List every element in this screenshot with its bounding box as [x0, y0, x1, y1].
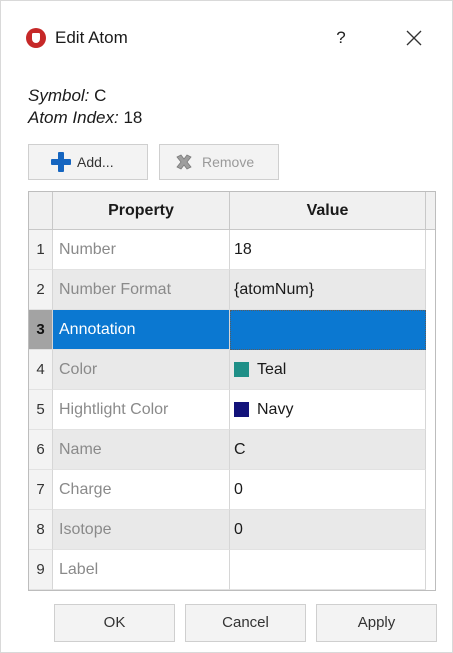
ok-button[interactable]: OK [54, 604, 175, 642]
value-cell[interactable]: C [230, 430, 426, 470]
row-header[interactable]: 1 [29, 230, 53, 270]
table-row[interactable]: 6 Name C [29, 430, 435, 470]
value-cell[interactable] [230, 310, 426, 350]
value-text: 0 [234, 480, 243, 498]
value-cell[interactable]: 18 [230, 230, 426, 270]
row-header[interactable]: 4 [29, 350, 53, 390]
app-icon [26, 28, 46, 48]
add-button-label: Add... [77, 154, 114, 170]
atom-index-label: Atom Index: [28, 108, 119, 127]
dialog-title: Edit Atom [55, 28, 128, 47]
apply-button[interactable]: Apply [316, 604, 437, 642]
color-swatch [234, 362, 249, 377]
property-cell: Color [53, 350, 230, 390]
value-cell[interactable]: Teal [230, 350, 426, 390]
table-row-selected[interactable]: 3 Annotation [29, 310, 435, 350]
header-corner[interactable] [29, 192, 53, 230]
cancel-button[interactable]: Cancel [185, 604, 306, 642]
atom-index-value: 18 [123, 108, 143, 127]
value-text: 18 [234, 240, 252, 258]
symbol-line: Symbol: C [28, 85, 142, 107]
value-text: 0 [234, 520, 243, 538]
property-cell: Annotation [53, 310, 230, 350]
atom-index-line: Atom Index: 18 [28, 107, 142, 129]
value-text: Teal [257, 360, 287, 378]
column-header-property[interactable]: Property [53, 192, 230, 230]
value-cell[interactable]: 0 [230, 510, 426, 550]
plus-icon [51, 152, 71, 172]
value-cell[interactable]: 0 [230, 470, 426, 510]
table-row[interactable]: 8 Isotope 0 [29, 510, 435, 550]
symbol-value: C [94, 86, 107, 105]
table-row[interactable]: 7 Charge 0 [29, 470, 435, 510]
table-row[interactable]: 2 Number Format {atomNum} [29, 270, 435, 310]
property-cell: Charge [53, 470, 230, 510]
row-header[interactable]: 5 [29, 390, 53, 430]
table-header: Property Value [29, 192, 435, 230]
row-header[interactable]: 7 [29, 470, 53, 510]
value-text: Navy [257, 400, 294, 418]
close-icon [406, 30, 422, 46]
value-cell[interactable] [230, 550, 426, 590]
row-header[interactable]: 8 [29, 510, 53, 550]
property-cell: Hightlight Color [53, 390, 230, 430]
table-row[interactable]: 1 Number 18 [29, 230, 435, 270]
row-header[interactable]: 9 [29, 550, 53, 590]
table-row[interactable]: 4 Color Teal [29, 350, 435, 390]
value-cell[interactable]: Navy [230, 390, 426, 430]
remove-x-icon [176, 154, 192, 170]
title-bar: Edit Atom ? [1, 1, 452, 73]
value-text: {atomNum} [234, 280, 315, 298]
help-button[interactable]: ? [329, 25, 353, 51]
close-button[interactable] [399, 23, 429, 53]
edit-atom-dialog: Edit Atom ? Symbol: C Atom Index: 18 Add… [0, 0, 453, 653]
symbol-label: Symbol: [28, 86, 90, 105]
value-text: C [234, 440, 246, 458]
value-cell[interactable]: {atomNum} [230, 270, 426, 310]
row-header[interactable]: 3 [29, 310, 53, 350]
color-swatch [234, 402, 249, 417]
property-cell: Number [53, 230, 230, 270]
remove-button-label: Remove [202, 154, 255, 170]
table-row[interactable]: 5 Hightlight Color Navy [29, 390, 435, 430]
row-header[interactable]: 6 [29, 430, 53, 470]
atom-info: Symbol: C Atom Index: 18 [28, 85, 142, 129]
property-table: Property Value 1 Number 18 2 Number Form… [28, 191, 436, 591]
property-cell: Isotope [53, 510, 230, 550]
property-cell: Number Format [53, 270, 230, 310]
row-header[interactable]: 2 [29, 270, 53, 310]
remove-button[interactable]: Remove [159, 144, 279, 180]
add-button[interactable]: Add... [28, 144, 148, 180]
table-row[interactable]: 9 Label [29, 550, 435, 590]
property-cell: Name [53, 430, 230, 470]
property-cell: Label [53, 550, 230, 590]
column-header-value[interactable]: Value [230, 192, 426, 230]
